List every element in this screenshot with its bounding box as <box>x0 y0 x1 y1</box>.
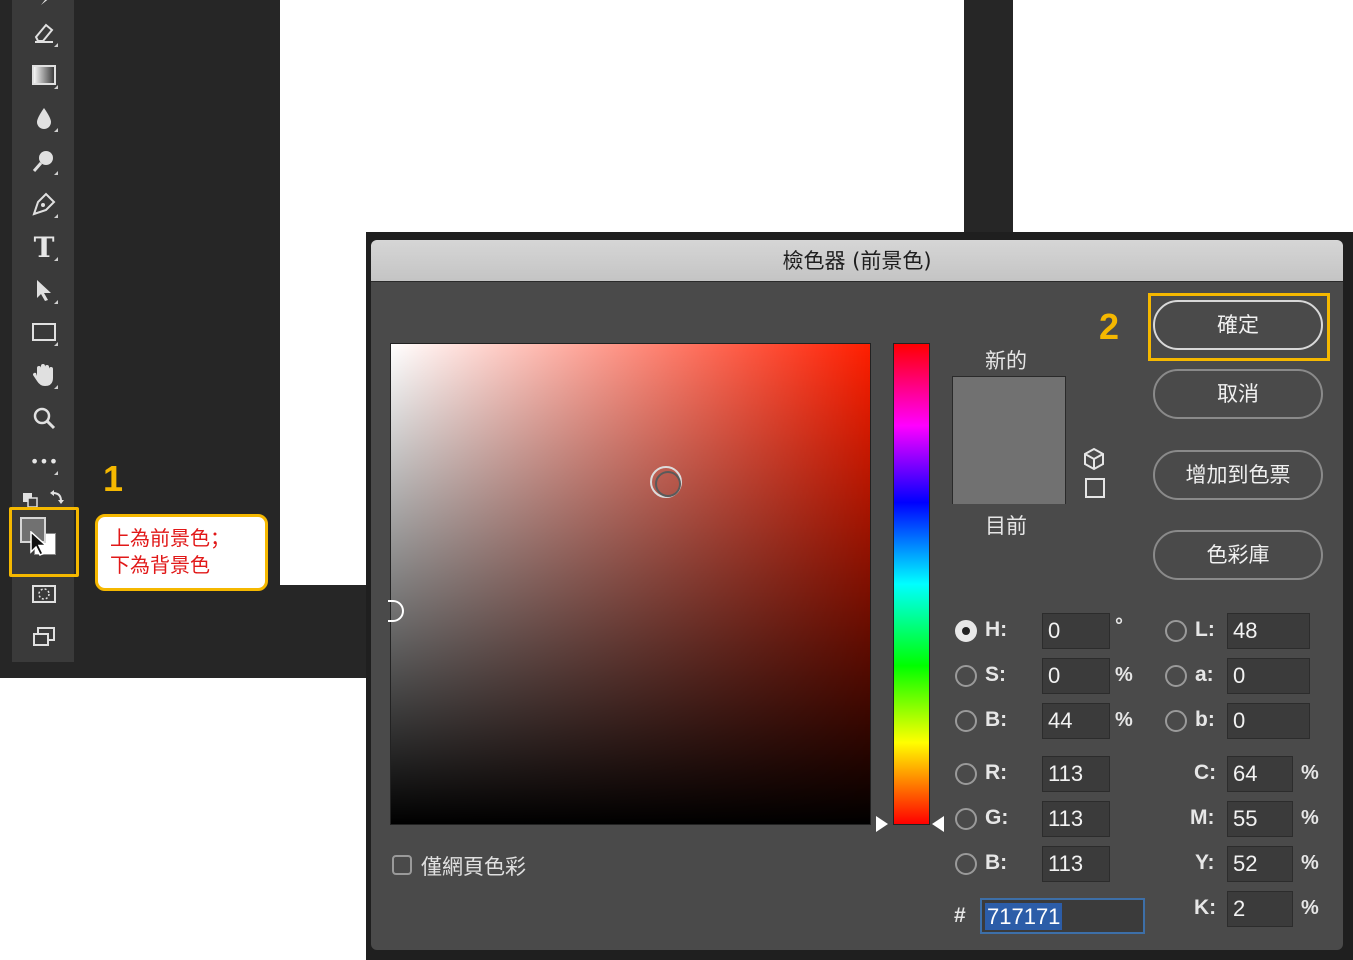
label-b: B: <box>985 708 1008 731</box>
input-g[interactable]: 113 <box>1042 801 1110 837</box>
web-colors-only-label: 僅網頁色彩 <box>421 855 526 879</box>
screen-mode-icon <box>33 627 55 646</box>
unit-b: % <box>1115 709 1133 731</box>
hue-slider[interactable] <box>893 343 930 825</box>
input-m[interactable]: 55 <box>1227 801 1293 837</box>
label-y: Y: <box>1195 851 1215 874</box>
radio-lab-b[interactable] <box>1165 710 1187 732</box>
label-s: S: <box>985 663 1006 686</box>
workspace-background-right <box>964 0 1013 240</box>
label-a: a: <box>1195 663 1214 686</box>
hex-label: # <box>954 904 966 927</box>
label-h: H: <box>985 618 1008 641</box>
hue-slider-left-handle[interactable] <box>876 816 888 832</box>
input-k[interactable]: 2 <box>1227 891 1293 927</box>
more-icon: ••• <box>29 451 59 471</box>
zoom-icon <box>33 407 56 430</box>
page-margin <box>0 678 366 960</box>
color-field-marker[interactable] <box>650 466 682 498</box>
unit-c: % <box>1301 762 1319 784</box>
web-colors-only-checkbox[interactable] <box>392 855 412 875</box>
radio-r[interactable] <box>955 763 977 785</box>
hex-value: 717171 <box>985 903 1063 930</box>
input-s[interactable]: 0 <box>1042 658 1110 694</box>
color-libraries-button[interactable]: 色彩庫 <box>1153 530 1323 580</box>
unit-m: % <box>1301 807 1319 829</box>
label-m: M: <box>1190 806 1215 829</box>
input-c[interactable]: 64 <box>1227 756 1293 792</box>
step-number-1: 1 <box>103 458 124 499</box>
input-r[interactable]: 113 <box>1042 756 1110 792</box>
hex-input[interactable]: 717171 <box>980 898 1145 934</box>
unit-y: % <box>1301 852 1319 874</box>
radio-l[interactable] <box>1165 620 1187 642</box>
input-h[interactable]: 0 <box>1042 613 1110 649</box>
input-blue[interactable]: 113 <box>1042 846 1110 882</box>
type-tool[interactable]: T <box>28 230 60 264</box>
add-to-swatches-button[interactable]: 增加到色票 <box>1153 450 1323 500</box>
input-lab-b[interactable]: 0 <box>1227 703 1310 739</box>
unit-s: % <box>1115 664 1133 686</box>
new-color-swatch <box>953 377 1065 441</box>
hue-slider-right-handle[interactable] <box>932 816 944 832</box>
label-lab-b: b: <box>1195 708 1215 731</box>
radio-b[interactable] <box>955 710 977 732</box>
quick-mask-icon <box>32 585 56 603</box>
radio-h[interactable] <box>955 620 977 642</box>
current-color-label: 目前 <box>985 514 1027 538</box>
quick-mask-button[interactable] <box>28 578 60 610</box>
current-color-swatch[interactable] <box>953 441 1065 504</box>
type-icon: T <box>33 230 55 264</box>
input-b[interactable]: 44 <box>1042 703 1110 739</box>
blur-tool[interactable] <box>28 102 60 134</box>
annotation-callout: 上為前景色； 下為背景色 <box>95 514 268 591</box>
gradient-tool[interactable] <box>28 59 60 91</box>
color-preview <box>952 376 1066 504</box>
out-of-gamut-cube-icon[interactable] <box>1083 447 1105 471</box>
radio-g[interactable] <box>955 808 977 830</box>
radio-a[interactable] <box>1165 665 1187 687</box>
unit-h: ° <box>1115 615 1123 637</box>
radio-blue[interactable] <box>955 853 977 875</box>
input-l[interactable]: 48 <box>1227 613 1310 649</box>
zoom-tool[interactable] <box>28 402 60 434</box>
cancel-button[interactable]: 取消 <box>1153 369 1323 419</box>
web-safe-swatch-icon[interactable] <box>1085 478 1105 498</box>
label-g: G: <box>985 806 1009 829</box>
label-k: K: <box>1194 896 1217 919</box>
label-c: C: <box>1194 761 1217 784</box>
dodge-tool[interactable] <box>28 145 60 177</box>
radio-s[interactable] <box>955 665 977 687</box>
unit-k: % <box>1301 897 1319 919</box>
label-l: L: <box>1195 618 1215 641</box>
label-r: R: <box>985 761 1008 784</box>
eraser-tool[interactable] <box>28 17 60 49</box>
input-a[interactable]: 0 <box>1227 658 1310 694</box>
pen-tool[interactable] <box>28 188 60 220</box>
highlight-ok-button <box>1148 293 1330 361</box>
brush-icon <box>35 0 48 9</box>
default-colors-icon[interactable] <box>17 489 69 509</box>
label-blue: B: <box>985 851 1008 874</box>
highlight-foreground-swatch <box>9 507 79 577</box>
color-field[interactable] <box>390 343 871 825</box>
rectangle-tool[interactable] <box>28 316 60 348</box>
more-tools[interactable]: ••• <box>28 445 60 477</box>
input-y[interactable]: 52 <box>1227 846 1293 882</box>
step-number-2: 2 <box>1099 306 1120 347</box>
screen-mode-button[interactable] <box>28 621 60 653</box>
new-color-label: 新的 <box>985 349 1027 373</box>
workspace-background-strip <box>280 585 370 678</box>
callout-line-2: 下為背景色 <box>110 553 210 577</box>
callout-line-1: 上為前景色； <box>110 526 230 550</box>
hand-tool[interactable] <box>28 359 60 391</box>
path-selection-tool[interactable] <box>28 274 60 306</box>
dialog-title: 檢色器 (前景色) <box>371 240 1343 282</box>
